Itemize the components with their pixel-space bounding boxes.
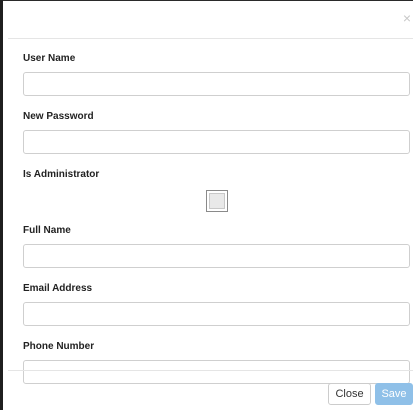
dialog-footer-divider (8, 370, 413, 371)
window-left-edge (0, 0, 3, 410)
dialog-body: User Name New Password Is Administrator … (23, 52, 410, 384)
window-top-edge (0, 0, 413, 1)
fullname-group: Full Name (23, 224, 410, 268)
password-label: New Password (23, 111, 94, 122)
phone-input[interactable] (23, 360, 410, 384)
email-label: Email Address (23, 283, 93, 294)
phone-label: Phone Number (23, 341, 95, 352)
password-group: New Password (23, 110, 410, 154)
save-button[interactable]: Save (375, 383, 413, 405)
dialog-header: × (8, 4, 413, 39)
user-dialog: × User Name New Password Is Administrato… (8, 4, 413, 410)
email-group: Email Address (23, 282, 410, 326)
username-label: User Name (23, 53, 76, 64)
is-admin-checkbox[interactable] (205, 190, 228, 212)
close-button[interactable]: Close (328, 383, 371, 405)
is-admin-checkbox-wrap (23, 190, 410, 212)
username-group: User Name (23, 52, 410, 96)
password-input[interactable] (23, 130, 410, 154)
fullname-input[interactable] (23, 244, 410, 268)
is-admin-label: Is Administrator (23, 169, 100, 180)
phone-group: Phone Number (23, 340, 410, 384)
username-input[interactable] (23, 72, 410, 96)
fullname-label: Full Name (23, 225, 71, 236)
close-icon[interactable]: × (403, 10, 411, 26)
email-input[interactable] (23, 302, 410, 326)
is-admin-group: Is Administrator (23, 168, 410, 212)
